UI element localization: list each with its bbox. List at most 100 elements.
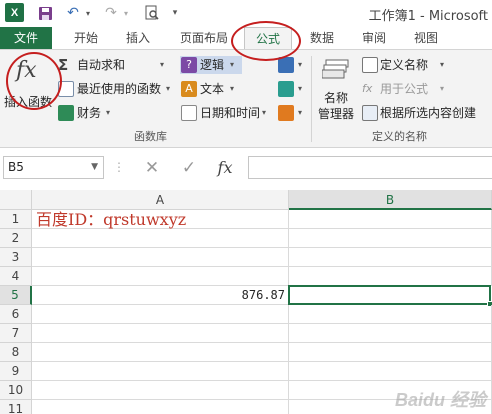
name-box-value: B5 [8, 160, 24, 174]
defined-names-group-label: 定义的名称 [372, 130, 427, 143]
cell-a1[interactable]: 百度ID：qrstuwxyz [32, 210, 289, 229]
tab-formulas[interactable]: 公式 [244, 27, 292, 50]
create-from-selection-icon [362, 105, 378, 121]
cell-b7[interactable] [289, 324, 492, 343]
autosum-label: 自动求和 [77, 58, 126, 72]
math-book-icon [278, 81, 294, 97]
group-separator [311, 56, 312, 142]
star-book-icon [58, 81, 74, 97]
datetime-dropdown-icon: ▾ [262, 108, 267, 117]
cell-a9[interactable] [32, 362, 289, 381]
cell-a5[interactable]: 876.87 [32, 286, 289, 305]
row-header-3[interactable]: 3 [0, 248, 32, 267]
cell-b2[interactable] [289, 229, 492, 248]
name-manager-label-1: 名称 [324, 91, 349, 105]
enter-icon[interactable]: ✓ [178, 157, 200, 179]
recent-dropdown-icon: ▾ [166, 84, 171, 93]
datetime-label: 日期和时间 [200, 106, 261, 120]
cell-a10[interactable] [32, 381, 289, 400]
text-dropdown-icon: ▾ [230, 84, 235, 93]
name-box[interactable]: B5 ▼ [3, 156, 104, 179]
use-in-formula-button[interactable]: fx 用于公式 ▾ [362, 80, 452, 98]
column-header-b[interactable]: B [289, 190, 492, 210]
tab-data[interactable]: 数据 [300, 27, 344, 49]
recent-functions-button[interactable]: 最近使用的函数 ▾ [58, 80, 174, 98]
name-manager-label-2: 管理器 [318, 107, 355, 121]
insert-function-icon: fx [16, 58, 37, 83]
math-dropdown-icon: ▾ [298, 84, 303, 93]
cell-a6[interactable] [32, 305, 289, 324]
financial-button[interactable]: 财务 ▾ [58, 104, 128, 122]
row-header-2[interactable]: 2 [0, 229, 32, 248]
lookup-reference-button[interactable]: ▾ [278, 56, 306, 74]
row-header-1[interactable]: 1 [0, 210, 32, 229]
text-functions-button[interactable]: A 文本 ▾ [180, 80, 242, 98]
title-bar: X ↶ ▾ ↷ ▾ ▾ 工作簿1 - Microsoft [0, 0, 492, 27]
row-header-6[interactable]: 6 [0, 305, 32, 324]
redo-dropdown-icon[interactable]: ▾ [121, 3, 131, 23]
calendar-icon [181, 105, 197, 121]
logical-label: 逻辑 [200, 58, 225, 72]
column-header-a[interactable]: A [32, 190, 289, 210]
insert-function-fx-icon[interactable]: fx [214, 157, 236, 179]
cell-a2[interactable] [32, 229, 289, 248]
financial-book-icon [58, 105, 74, 121]
cell-a8[interactable] [32, 343, 289, 362]
autosum-button[interactable]: Σ 自动求和 ▾ [58, 56, 174, 74]
cell-b1[interactable] [289, 210, 492, 229]
create-from-selection-label: 根据所选内容创建 [380, 106, 477, 120]
cell-a11[interactable] [32, 400, 289, 414]
print-preview-icon[interactable] [143, 3, 161, 23]
name-box-dropdown-icon[interactable]: ▼ [91, 157, 98, 178]
insert-function-button[interactable]: fx 插入函数 [4, 54, 54, 122]
math-trig-button[interactable]: ▾ [278, 80, 306, 98]
define-name-dropdown-icon: ▾ [440, 60, 445, 69]
row-header-4[interactable]: 4 [0, 267, 32, 286]
logical-book-icon: ? [181, 57, 197, 73]
cell-b6[interactable] [289, 305, 492, 324]
tab-insert[interactable]: 插入 [116, 27, 160, 49]
define-name-button[interactable]: 定义名称 ▾ [362, 56, 452, 74]
row-header-7[interactable]: 7 [0, 324, 32, 343]
row-header-10[interactable]: 10 [0, 381, 32, 400]
tab-review[interactable]: 审阅 [352, 27, 396, 49]
name-manager-button[interactable]: 名称 管理器 [316, 54, 360, 124]
cell-a3[interactable] [32, 248, 289, 267]
tab-file[interactable]: 文件 [0, 27, 52, 49]
more-dropdown-icon: ▾ [298, 108, 303, 117]
cell-b3[interactable] [289, 248, 492, 267]
row-header-11[interactable]: 11 [0, 400, 32, 414]
create-from-selection-button[interactable]: 根据所选内容创建 [362, 104, 490, 122]
cell-b4[interactable] [289, 267, 492, 286]
datetime-button[interactable]: 日期和时间 ▾ [180, 104, 272, 122]
row-header-8[interactable]: 8 [0, 343, 32, 362]
more-functions-button[interactable]: ▾ [278, 104, 306, 122]
row-header-9[interactable]: 9 [0, 362, 32, 381]
text-functions-label: 文本 [200, 82, 225, 96]
formula-bar-grip-icon[interactable]: ⋮ [113, 160, 125, 174]
cell-b5[interactable] [288, 285, 491, 305]
formula-input[interactable] [248, 156, 492, 179]
customize-quick-access-icon[interactable]: ▾ [168, 3, 182, 23]
tab-view[interactable]: 视图 [404, 27, 448, 49]
logical-dropdown-icon: ▾ [230, 60, 235, 69]
baidu-watermark: Baidu 经验 [394, 390, 486, 410]
save-icon[interactable] [36, 3, 54, 23]
tab-home[interactable]: 开始 [64, 27, 108, 49]
cell-b9[interactable] [289, 362, 492, 381]
tab-page-layout[interactable]: 页面布局 [172, 27, 236, 49]
use-in-formula-label: 用于公式 [380, 82, 429, 96]
redo-icon[interactable]: ↷ [102, 3, 120, 23]
cell-a7[interactable] [32, 324, 289, 343]
logical-button[interactable]: ? 逻辑 ▾ [180, 56, 242, 74]
cell-b8[interactable] [289, 343, 492, 362]
cancel-icon[interactable]: ✕ [141, 157, 163, 179]
cell-a4[interactable] [32, 267, 289, 286]
excel-logo-icon: X [5, 3, 24, 22]
undo-icon[interactable]: ↶ [64, 3, 82, 23]
undo-dropdown-icon[interactable]: ▾ [83, 3, 93, 23]
ribbon-panel: fx 插入函数 Σ 自动求和 ▾ 最近使用的函数 ▾ 财务 ▾ ? 逻辑 ▾ A… [0, 49, 492, 148]
financial-label: 财务 [77, 106, 102, 120]
row-header-5[interactable]: 5 [0, 286, 32, 305]
select-all-corner[interactable] [0, 190, 32, 210]
